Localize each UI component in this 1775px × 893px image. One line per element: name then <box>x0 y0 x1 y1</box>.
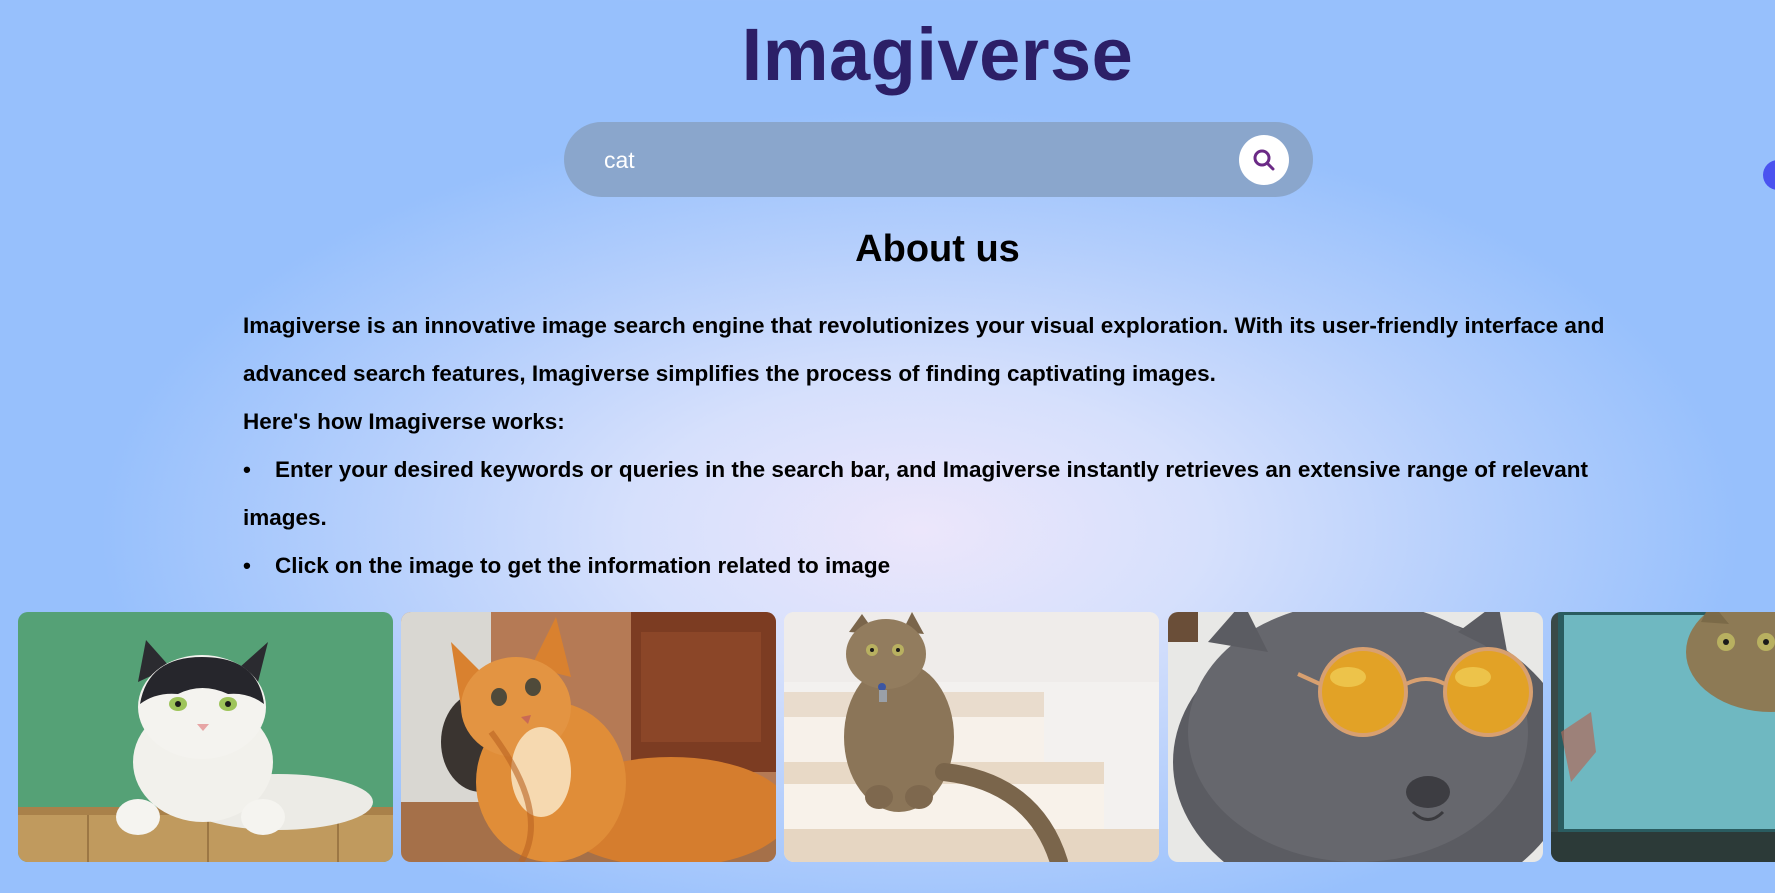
search-bar <box>564 122 1313 197</box>
result-image-orange-cat[interactable] <box>401 612 776 862</box>
result-image-black-white-cat[interactable] <box>18 612 393 862</box>
how-it-works-heading: Here's how Imagiverse works: <box>243 409 565 434</box>
search-button[interactable] <box>1239 135 1289 185</box>
side-scroll-indicator[interactable] <box>1763 160 1775 190</box>
search-icon <box>1253 149 1275 171</box>
result-image-gray-cat-sunglasses[interactable] <box>1168 612 1543 862</box>
about-title: About us <box>855 228 1020 270</box>
site-title: Imagiverse <box>741 13 1134 96</box>
how-it-works-list: Enter your desired keywords or queries i… <box>211 446 1643 590</box>
list-item: Click on the image to get the informatio… <box>211 542 1643 590</box>
result-image-tabby-window[interactable] <box>1551 612 1775 862</box>
image-results-gallery <box>18 612 1775 862</box>
about-intro: Imagiverse is an innovative image search… <box>243 313 1605 386</box>
search-input[interactable] <box>604 140 1184 180</box>
list-item: Enter your desired keywords or queries i… <box>211 446 1643 542</box>
result-image-tabby-on-stairs[interactable] <box>784 612 1159 862</box>
about-section: Imagiverse is an innovative image search… <box>211 302 1643 590</box>
